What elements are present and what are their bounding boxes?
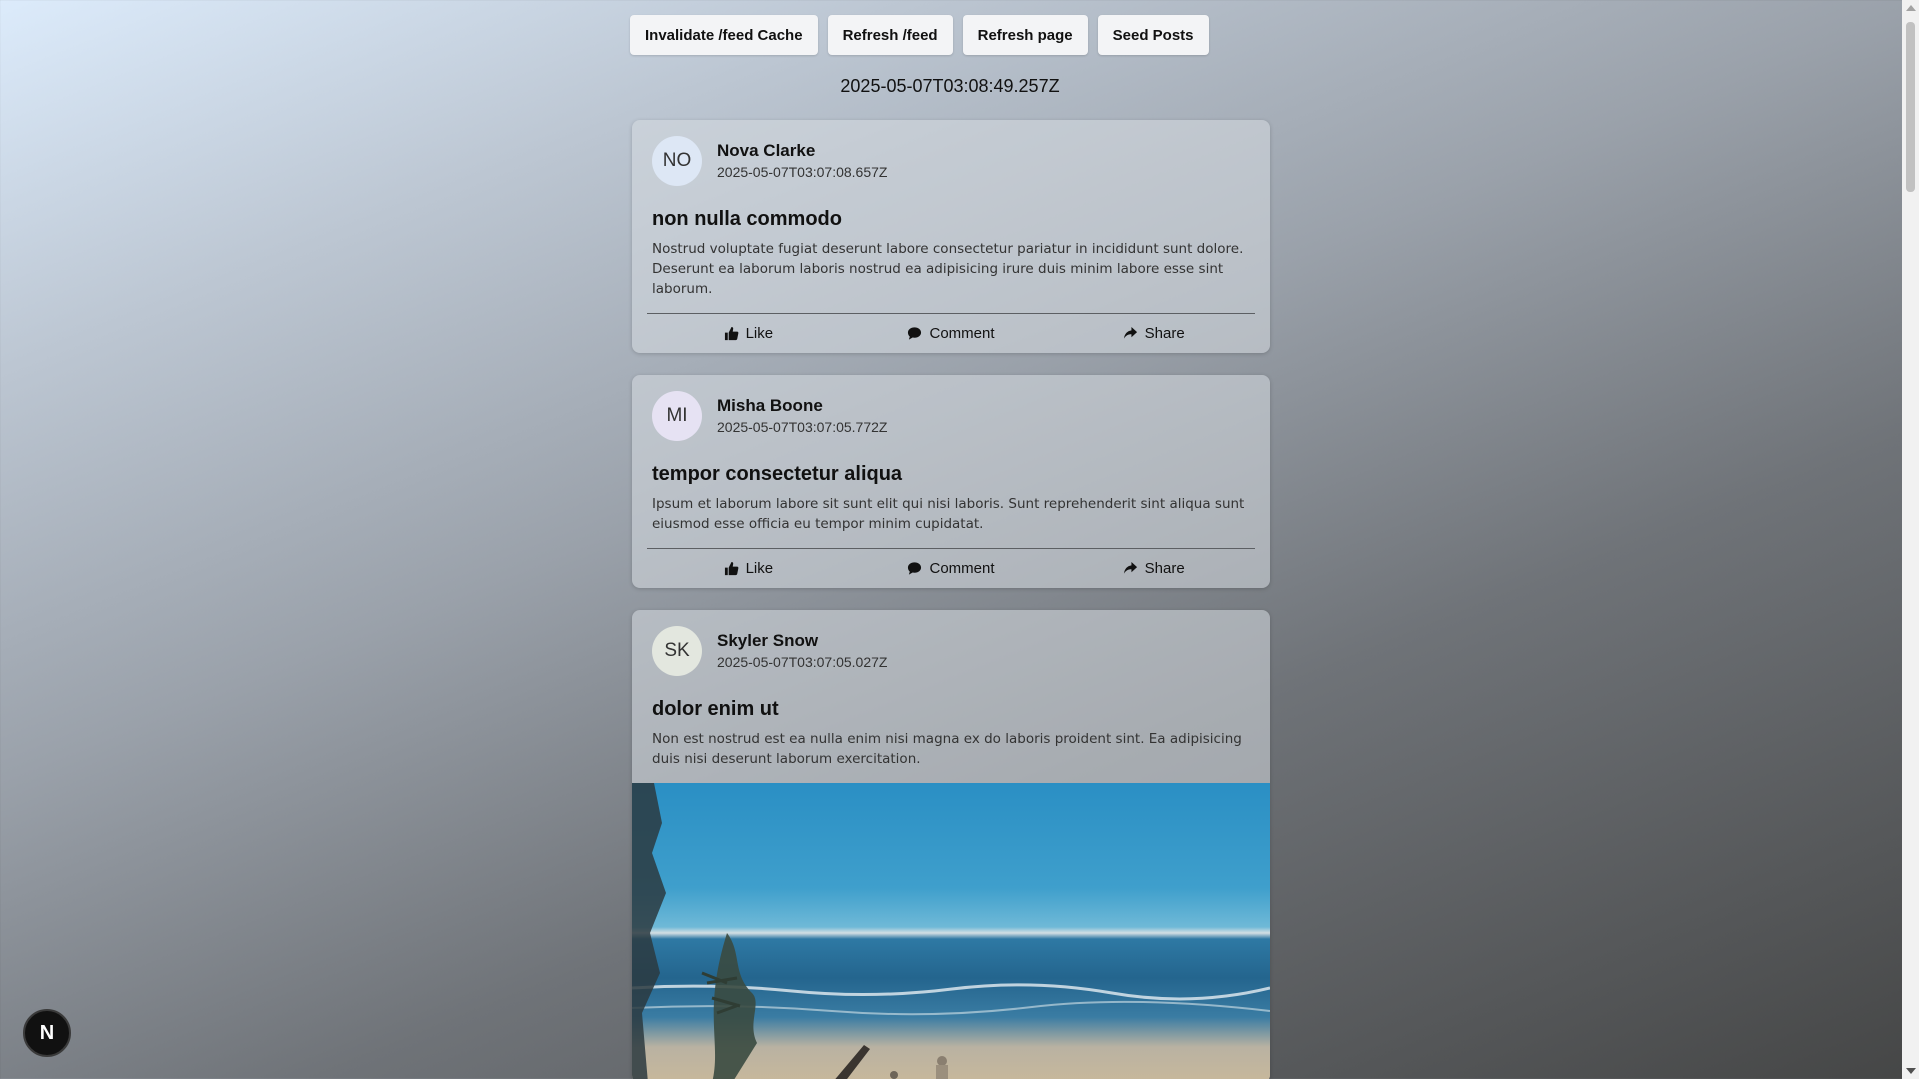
page-timestamp: 2025-05-07T03:08:49.257Z: [840, 76, 1060, 96]
post-header: MI Misha Boone 2025-05-07T03:07:05.772Z: [632, 375, 1270, 441]
post-card: NO Nova Clarke 2025-05-07T03:07:08.657Z …: [632, 120, 1270, 353]
invalidate-feed-cache-button[interactable]: Invalidate /feed Cache: [630, 15, 818, 55]
post-body: Ipsum et laborum labore sit sunt elit qu…: [652, 496, 1245, 532]
refresh-page-button[interactable]: Refresh page: [962, 15, 1088, 55]
avatar: NO: [652, 136, 702, 186]
post-time: 2025-05-07T03:07:05.772Z: [717, 419, 888, 435]
seed-posts-button[interactable]: Seed Posts: [1097, 15, 1209, 55]
author-block: Nova Clarke 2025-05-07T03:07:08.657Z: [717, 140, 887, 182]
post-image: [632, 783, 1270, 1079]
post-card: MI Misha Boone 2025-05-07T03:07:05.772Z …: [632, 375, 1270, 588]
thumbs-up-icon: [724, 561, 738, 576]
like-button[interactable]: Like: [647, 560, 850, 577]
post-body: Non est nostrud est ea nulla enim nisi m…: [652, 731, 1242, 767]
share-label: Share: [1144, 325, 1185, 342]
comment-button[interactable]: Comment: [850, 325, 1053, 342]
like-button[interactable]: Like: [647, 325, 850, 342]
share-button[interactable]: Share: [1052, 325, 1255, 342]
comment-icon: [908, 327, 922, 340]
share-button[interactable]: Share: [1052, 560, 1255, 577]
post-header: SK Skyler Snow 2025-05-07T03:07:05.027Z: [632, 610, 1270, 676]
post-actions: Like Comment Share: [647, 313, 1255, 353]
post-title: tempor consectetur aliqua: [652, 463, 903, 485]
post-time: 2025-05-07T03:07:05.027Z: [717, 654, 888, 670]
post-time: 2025-05-07T03:07:08.657Z: [717, 164, 888, 180]
beach-scene-image: [632, 783, 1270, 1079]
refresh-feed-button[interactable]: Refresh /feed: [827, 15, 953, 55]
toolbar: Invalidate /feed Cache Refresh /feed Ref…: [630, 15, 1209, 55]
like-label: Like: [745, 325, 774, 342]
thumbs-up-icon: [724, 326, 738, 341]
post-author: Misha Boone: [717, 396, 823, 415]
scroll-up-arrow-icon[interactable]: [1906, 5, 1916, 11]
post-body: Nostrud voluptate fugiat deserunt labore…: [652, 241, 1244, 297]
comment-icon: [908, 562, 922, 575]
scroll-thumb[interactable]: [1906, 22, 1915, 192]
comment-button[interactable]: Comment: [850, 560, 1053, 577]
post-title: dolor enim ut: [652, 698, 779, 720]
post-actions: Like Comment Share: [647, 548, 1255, 588]
post-card: SK Skyler Snow 2025-05-07T03:07:05.027Z …: [632, 610, 1270, 1079]
comment-label: Comment: [929, 325, 995, 342]
share-icon: [1123, 326, 1137, 339]
nextjs-badge[interactable]: N: [23, 1009, 71, 1057]
page-scrollbar[interactable]: [1902, 0, 1919, 1079]
comment-label: Comment: [929, 560, 995, 577]
author-block: Misha Boone 2025-05-07T03:07:05.772Z: [717, 395, 887, 437]
post-feed: NO Nova Clarke 2025-05-07T03:07:08.657Z …: [632, 120, 1270, 1079]
scroll-down-arrow-icon[interactable]: [1906, 1068, 1916, 1074]
share-icon: [1123, 561, 1137, 574]
post-author: Skyler Snow: [717, 631, 819, 650]
avatar: SK: [652, 626, 702, 676]
post-header: NO Nova Clarke 2025-05-07T03:07:08.657Z: [632, 120, 1270, 186]
author-block: Skyler Snow 2025-05-07T03:07:05.027Z: [717, 630, 887, 672]
like-label: Like: [745, 560, 774, 577]
share-label: Share: [1144, 560, 1185, 577]
post-title: non nulla commodo: [652, 208, 842, 230]
avatar: MI: [652, 391, 702, 441]
post-author: Nova Clarke: [717, 141, 816, 160]
